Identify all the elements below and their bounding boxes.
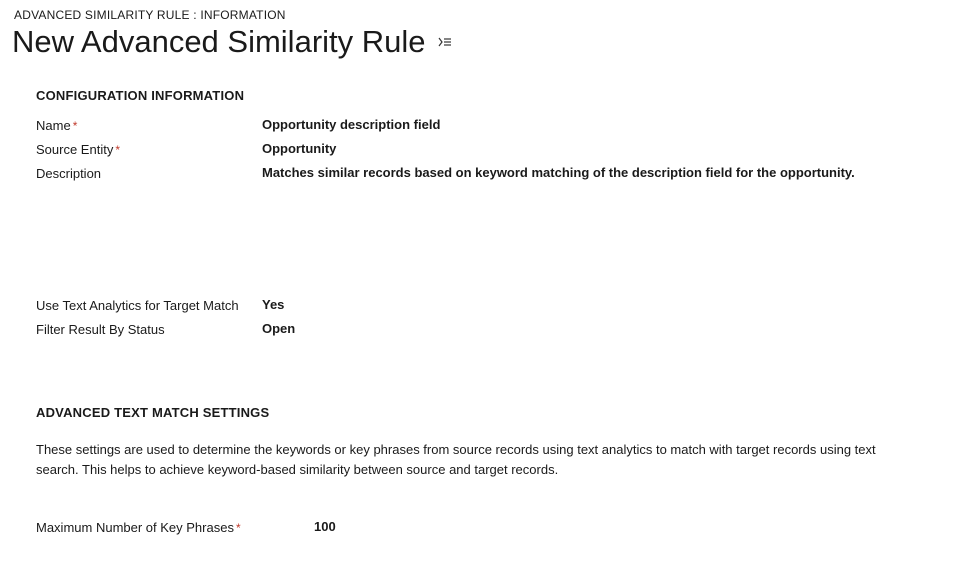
required-mark: * (115, 143, 120, 157)
page-title-row: New Advanced Similarity Rule (0, 24, 954, 88)
field-row-source-entity: Source Entity* Opportunity (36, 141, 918, 157)
filter-status-label: Filter Result By Status (36, 321, 262, 337)
max-phrases-label: Maximum Number of Key Phrases* (36, 519, 314, 535)
source-entity-value[interactable]: Opportunity (262, 141, 918, 156)
advanced-section: ADVANCED TEXT MATCH SETTINGS These setti… (0, 405, 954, 535)
field-row-max-phrases: Maximum Number of Key Phrases* 100 (36, 519, 918, 535)
filter-status-value[interactable]: Open (262, 321, 918, 336)
text-analytics-label: Use Text Analytics for Target Match (36, 297, 262, 313)
name-value[interactable]: Opportunity description field (262, 117, 918, 132)
breadcrumb: ADVANCED SIMILARITY RULE : INFORMATION (0, 0, 954, 24)
config-heading: CONFIGURATION INFORMATION (36, 88, 918, 103)
advanced-heading: ADVANCED TEXT MATCH SETTINGS (36, 405, 918, 420)
description-value[interactable]: Matches similar records based on keyword… (262, 165, 918, 180)
required-mark: * (236, 521, 241, 535)
name-label: Name* (36, 117, 262, 133)
page-title: New Advanced Similarity Rule (12, 24, 426, 60)
config-section: CONFIGURATION INFORMATION Name* Opportun… (0, 88, 954, 337)
description-label: Description (36, 165, 262, 181)
field-row-filter-status: Filter Result By Status Open (36, 321, 918, 337)
required-mark: * (73, 119, 78, 133)
field-row-text-analytics: Use Text Analytics for Target Match Yes (36, 297, 918, 313)
text-analytics-value[interactable]: Yes (262, 297, 918, 312)
advanced-description: These settings are used to determine the… (36, 440, 918, 479)
field-row-name: Name* Opportunity description field (36, 117, 918, 133)
field-row-description: Description Matches similar records base… (36, 165, 918, 181)
source-entity-label: Source Entity* (36, 141, 262, 157)
max-phrases-value[interactable]: 100 (314, 519, 918, 534)
title-dropdown-icon[interactable] (436, 33, 454, 51)
